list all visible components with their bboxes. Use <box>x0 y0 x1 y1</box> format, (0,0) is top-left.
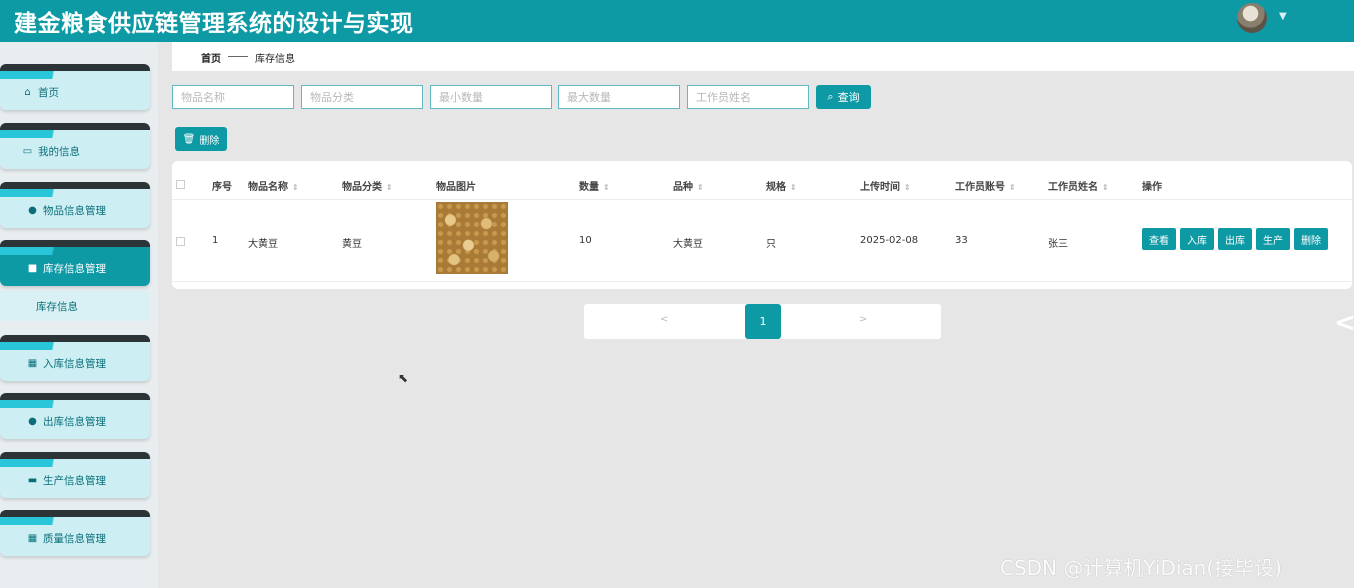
production-button[interactable]: 生产 <box>1256 228 1290 250</box>
cell-item-category: 黄豆 <box>342 239 362 250</box>
sidebar-item-quality-management[interactable]: ▦ 质量信息管理 <box>0 510 150 556</box>
top-header: 建金粮食供应链管理系统的设计与实现 ▼ <box>0 0 1354 42</box>
user-icon: ● <box>28 416 37 427</box>
cell-item-name: 大黄豆 <box>248 239 278 250</box>
pin-icon: ● <box>28 205 37 216</box>
max-quantity-input[interactable] <box>558 85 680 109</box>
cell-worker-name: 张三 <box>1048 239 1068 250</box>
column-header-upload-time[interactable]: 上传时间 ⇕ <box>860 178 911 193</box>
sort-icon: ⇕ <box>790 183 797 192</box>
grid-icon: ▦ <box>27 358 38 369</box>
min-quantity-input[interactable] <box>430 85 552 109</box>
soybean-image <box>436 202 508 274</box>
breadcrumb-current: 库存信息 <box>255 54 295 65</box>
column-header-index: 序号 <box>212 182 232 193</box>
select-all-checkbox[interactable] <box>176 180 185 189</box>
sidebar-item-inbound-management[interactable]: ▦ 入库信息管理 <box>0 335 150 381</box>
breadcrumb-home[interactable]: 首页 <box>201 50 221 65</box>
header-divider <box>172 199 1352 200</box>
column-header-worker-name[interactable]: 工作员姓名 ⇕ <box>1048 178 1109 193</box>
item-category-input[interactable] <box>301 85 423 109</box>
cell-spec: 只 <box>766 239 776 250</box>
sort-icon: ⇕ <box>1102 183 1109 192</box>
app-title: 建金粮食供应链管理系统的设计与实现 <box>14 11 414 37</box>
cell-upload-time: 2025-02-08 <box>860 235 919 246</box>
next-page-button[interactable]: > <box>859 314 867 325</box>
mouse-cursor-icon: ⬉ <box>398 371 409 385</box>
briefcase-icon: ▬ <box>27 475 38 486</box>
clipboard-icon: ■ <box>27 263 38 274</box>
worker-name-input[interactable] <box>687 85 809 109</box>
search-icon: ⌕ <box>827 90 834 103</box>
column-header-variety[interactable]: 品种 ⇕ <box>673 178 704 193</box>
column-header-actions: 操作 <box>1142 182 1162 193</box>
sidebar-item-my-info[interactable]: ▭ 我的信息 <box>0 123 150 169</box>
sidebar-item-item-management[interactable]: ● 物品信息管理 <box>0 182 150 228</box>
sidebar-item-outbound-management[interactable]: ● 出库信息管理 <box>0 393 150 439</box>
cell-quantity: 10 <box>579 235 592 246</box>
prev-page-button[interactable]: < <box>660 314 668 325</box>
row-delete-button[interactable]: 删除 <box>1294 228 1328 250</box>
sort-icon: ⇕ <box>386 183 393 192</box>
outbound-button[interactable]: 出库 <box>1218 228 1252 250</box>
sidebar-item-production-management[interactable]: ▬ 生产信息管理 <box>0 452 150 498</box>
sidebar: ⌂ 首页 ▭ 我的信息 ● 物品信息管理 ■ 库存信息管理 库存信息 ▦ 入库信息管理 ●… <box>0 42 158 588</box>
view-button[interactable]: 查看 <box>1142 228 1176 250</box>
inbound-button[interactable]: 入库 <box>1180 228 1214 250</box>
sort-icon: ⇕ <box>1009 183 1016 192</box>
sidebar-item-home[interactable]: ⌂ 首页 <box>0 64 150 110</box>
cell-variety: 大黄豆 <box>673 239 703 250</box>
column-header-quantity[interactable]: 数量 ⇕ <box>579 178 610 193</box>
card-icon: ▭ <box>22 146 33 157</box>
column-header-item-image: 物品图片 <box>436 182 476 193</box>
sort-icon: ⇕ <box>697 183 704 192</box>
sort-icon: ⇕ <box>904 183 911 192</box>
cell-worker-account: 33 <box>955 235 968 246</box>
cell-index: 1 <box>212 235 219 246</box>
item-name-input[interactable] <box>172 85 294 109</box>
breadcrumb: 首页 库存信息 <box>172 42 1354 71</box>
column-header-item-category[interactable]: 物品分类 ⇕ <box>342 178 393 193</box>
sort-icon: ⇕ <box>603 183 610 192</box>
chevron-down-icon[interactable]: ▼ <box>1279 11 1287 22</box>
sidebar-subitem-inventory-info[interactable]: 库存信息 <box>0 291 150 321</box>
batch-delete-button[interactable]: 🗑 删除 <box>175 127 227 151</box>
user-avatar[interactable] <box>1237 3 1267 33</box>
inventory-table: 序号 物品名称 ⇕ 物品分类 ⇕ 物品图片 数量 ⇕ 品种 ⇕ 规格 ⇕ 上传时间 ⇕ 工作… <box>172 161 1352 289</box>
column-header-item-name[interactable]: 物品名称 ⇕ <box>248 178 299 193</box>
breadcrumb-separator <box>228 56 248 57</box>
page-number-button[interactable]: 1 <box>745 304 781 339</box>
query-button[interactable]: ⌕ 查询 <box>816 85 871 109</box>
trash-icon: 🗑 <box>182 133 196 145</box>
grid-icon: ▦ <box>27 533 38 544</box>
home-icon: ⌂ <box>24 87 31 98</box>
row-divider <box>172 281 1352 282</box>
sort-icon: ⇕ <box>292 183 299 192</box>
sidebar-item-inventory-management[interactable]: ■ 库存信息管理 <box>0 240 150 286</box>
row-checkbox[interactable] <box>176 237 185 246</box>
column-header-spec[interactable]: 规格 ⇕ <box>766 178 797 193</box>
collapse-arrow-icon[interactable]: < <box>1334 308 1354 338</box>
pagination: < 1 > <box>584 304 941 339</box>
watermark: CSDN @计算机YiDian(接毕设) <box>1000 556 1282 580</box>
column-header-worker-account[interactable]: 工作员账号 ⇕ <box>955 178 1016 193</box>
